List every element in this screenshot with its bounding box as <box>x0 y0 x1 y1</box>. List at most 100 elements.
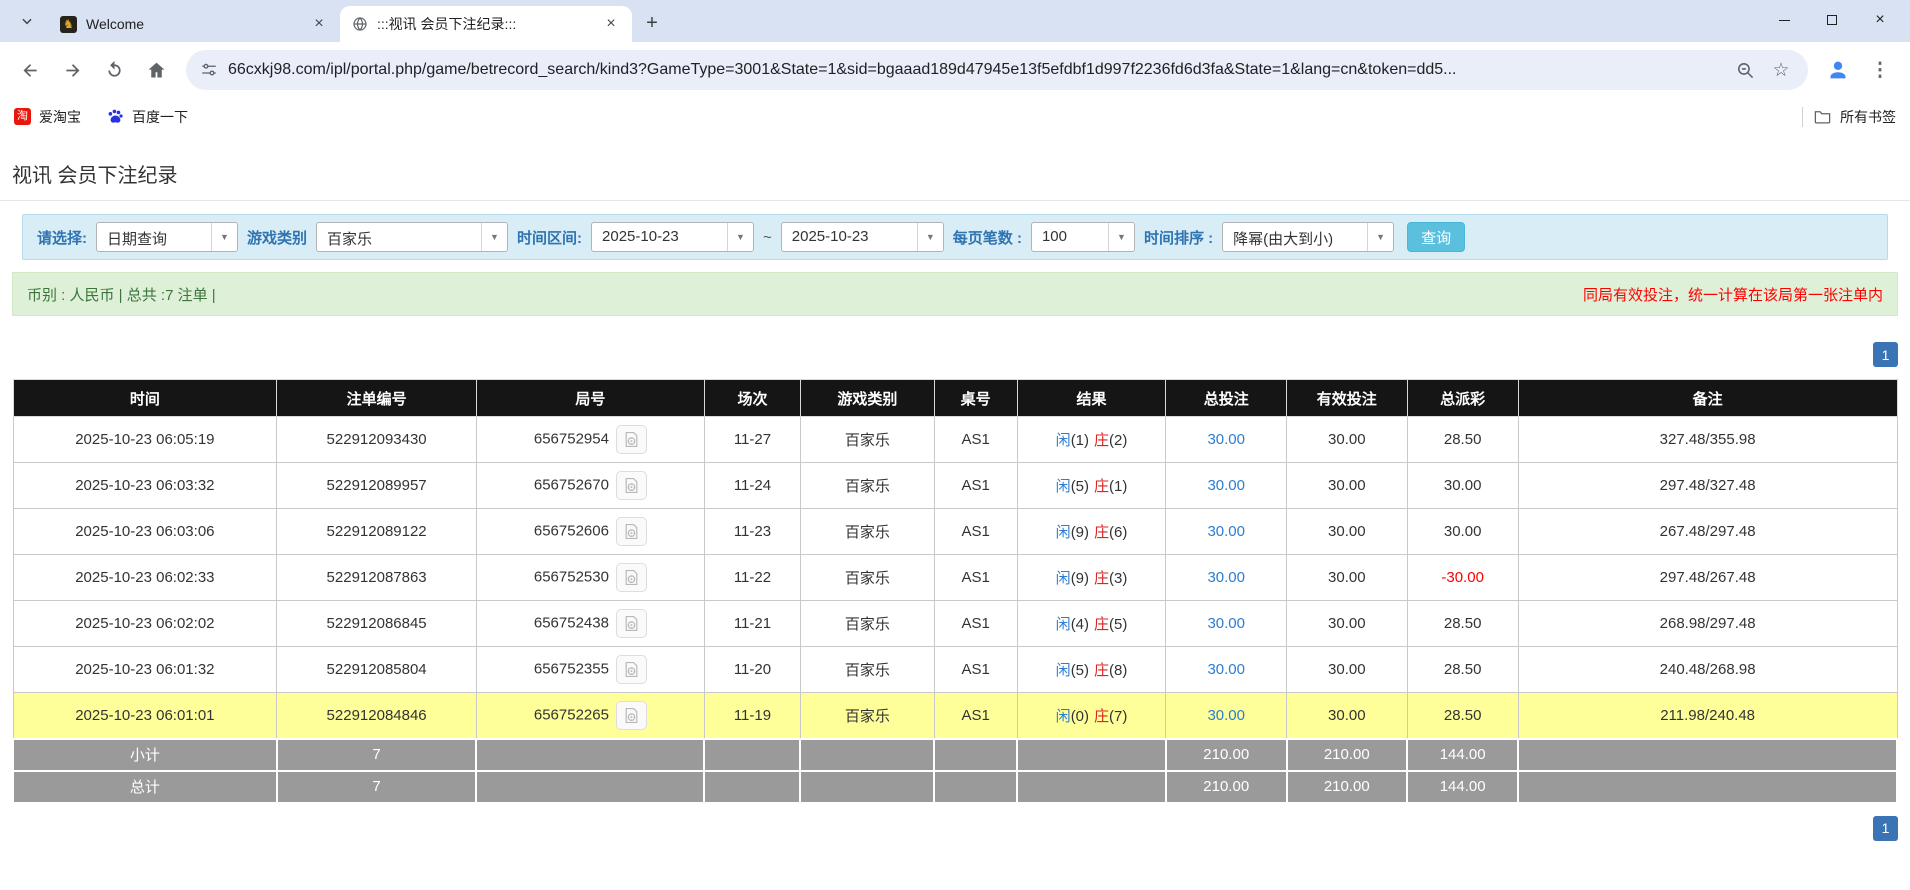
cell-round-id: 656752265 <box>476 693 704 739</box>
profile-avatar-icon[interactable] <box>1818 50 1858 90</box>
forward-icon[interactable] <box>52 50 92 90</box>
sort-dropdown[interactable]: 降幂(由大到小) ▼ <box>1222 222 1394 252</box>
reload-icon[interactable] <box>94 50 134 90</box>
cell-session: 11-20 <box>704 647 800 693</box>
result-player: 闲 <box>1056 708 1071 725</box>
cell-valid-bet: 30.00 <box>1287 463 1408 509</box>
result-banker: 庄 <box>1094 432 1109 449</box>
total-bet-link[interactable]: 30.00 <box>1207 707 1245 724</box>
note-text: 同局有效投注，统一计算在该局第一张注单内 <box>1583 284 1883 305</box>
cell-game: 百家乐 <box>800 417 934 463</box>
cell-payout: 28.50 <box>1407 693 1518 739</box>
window-close-button[interactable]: × <box>1856 0 1904 40</box>
table-body: 2025-10-23 06:05:19 522912093430 6567529… <box>13 417 1897 739</box>
tab-close-icon[interactable]: × <box>310 15 328 33</box>
tab-welcome[interactable]: ♞ Welcome × <box>48 6 340 42</box>
total-bet-link[interactable]: 30.00 <box>1207 661 1245 678</box>
search-button[interactable]: 查询 <box>1407 222 1465 252</box>
cell-time: 2025-10-23 06:01:32 <box>13 647 277 693</box>
total-bet-link[interactable]: 30.00 <box>1207 477 1245 494</box>
cell-payout: 28.50 <box>1407 601 1518 647</box>
page-size-dropdown[interactable]: 100 ▼ <box>1031 222 1135 252</box>
result-player: 闲 <box>1056 478 1071 495</box>
game-type-dropdown[interactable]: 百家乐 ▼ <box>316 222 508 252</box>
total-bet-link[interactable]: 30.00 <box>1207 431 1245 448</box>
site-info-icon[interactable] <box>200 61 218 79</box>
tab-search-icon[interactable] <box>12 6 42 36</box>
time-range-label: 时间区间: <box>517 227 582 248</box>
total-bet-link[interactable]: 30.00 <box>1207 523 1245 540</box>
game-type-label: 游戏类别 <box>247 227 307 248</box>
window-maximize-button[interactable] <box>1808 0 1856 40</box>
page-1-button[interactable]: 1 <box>1873 816 1898 841</box>
table-row: 2025-10-23 06:05:19 522912093430 6567529… <box>13 417 1897 463</box>
chevron-down-icon[interactable]: ▼ <box>1367 223 1393 251</box>
cell-result: 闲(9)庄(3) <box>1017 555 1166 601</box>
tab-betrecord[interactable]: :::视讯 会员下注纪录::: × <box>340 6 632 42</box>
address-bar[interactable]: 66cxkj98.com/ipl/portal.php/game/betreco… <box>186 50 1808 90</box>
all-bookmarks-button[interactable]: 所有书签 <box>1813 107 1896 127</box>
table-header: 时间 注单编号 局号 场次 游戏类别 桌号 结果 总投注 有效投注 总派彩 备注 <box>13 380 1897 417</box>
col-valid-bet: 有效投注 <box>1287 380 1408 417</box>
tab-close-icon[interactable]: × <box>602 15 620 33</box>
welcome-favicon: ♞ <box>60 16 77 33</box>
result-banker: 庄 <box>1094 616 1109 633</box>
video-replay-icon[interactable] <box>616 655 647 684</box>
cell-total-bet: 30.00 <box>1166 601 1287 647</box>
result-banker-count: (7) <box>1109 708 1127 725</box>
total-bet-link[interactable]: 30.00 <box>1207 615 1245 632</box>
subtotal-total-bet: 210.00 <box>1166 739 1287 771</box>
result-player-count: (9) <box>1071 570 1089 587</box>
round-id-text: 656752438 <box>534 614 609 631</box>
col-round-id: 局号 <box>476 380 704 417</box>
back-icon[interactable] <box>10 50 50 90</box>
result-banker-count: (5) <box>1109 616 1127 633</box>
video-replay-icon[interactable] <box>616 425 647 454</box>
cell-bet-id: 522912087863 <box>277 555 477 601</box>
cell-game: 百家乐 <box>800 463 934 509</box>
cell-session: 11-22 <box>704 555 800 601</box>
date-to-dropdown[interactable]: 2025-10-23 ▼ <box>781 222 944 252</box>
chevron-down-icon[interactable]: ▼ <box>481 223 507 251</box>
date-from-dropdown[interactable]: 2025-10-23 ▼ <box>591 222 754 252</box>
query-type-dropdown[interactable]: 日期查询 ▼ <box>96 222 238 252</box>
browser-menu-icon[interactable]: ⋮ <box>1860 50 1900 90</box>
url-text[interactable]: 66cxkj98.com/ipl/portal.php/game/betreco… <box>228 61 1722 79</box>
round-id-text: 656752530 <box>534 568 609 585</box>
chevron-down-icon[interactable]: ▼ <box>1108 223 1134 251</box>
select-label: 请选择: <box>37 227 87 248</box>
cell-game: 百家乐 <box>800 601 934 647</box>
cell-session: 11-23 <box>704 509 800 555</box>
chevron-down-icon[interactable]: ▼ <box>211 223 237 251</box>
table-row: 2025-10-23 06:01:32 522912085804 6567523… <box>13 647 1897 693</box>
new-tab-button[interactable]: + <box>638 9 666 37</box>
total-bet-link[interactable]: 30.00 <box>1207 569 1245 586</box>
window-minimize-button[interactable] <box>1760 0 1808 40</box>
chevron-down-icon[interactable]: ▼ <box>727 223 753 251</box>
home-icon[interactable] <box>136 50 176 90</box>
col-total-bet: 总投注 <box>1166 380 1287 417</box>
cell-payout: 30.00 <box>1407 509 1518 555</box>
currency-summary: 币别 : 人民币 | 总共 :7 注单 | <box>27 284 216 305</box>
bookmark-baidu[interactable]: 百度一下 <box>107 107 188 127</box>
col-game-type: 游戏类别 <box>800 380 934 417</box>
result-banker: 庄 <box>1094 662 1109 679</box>
col-payout: 总派彩 <box>1407 380 1518 417</box>
bookmark-taobao[interactable]: 淘 爱淘宝 <box>14 107 81 127</box>
cell-round-id: 656752670 <box>476 463 704 509</box>
cell-payout: 28.50 <box>1407 417 1518 463</box>
video-replay-icon[interactable] <box>616 609 647 638</box>
video-replay-icon[interactable] <box>616 563 647 592</box>
cell-result: 闲(4)庄(5) <box>1017 601 1166 647</box>
video-replay-icon[interactable] <box>616 471 647 500</box>
bookmark-star-icon[interactable]: ☆ <box>1768 57 1794 83</box>
cell-remark: 297.48/267.48 <box>1518 555 1897 601</box>
subtotal-row: 小计 7 210.00 210.00 144.00 <box>13 739 1897 771</box>
page-1-button[interactable]: 1 <box>1873 342 1898 367</box>
result-banker-count: (3) <box>1109 570 1127 587</box>
video-replay-icon[interactable] <box>616 701 647 730</box>
chevron-down-icon[interactable]: ▼ <box>917 223 943 251</box>
cell-valid-bet: 30.00 <box>1287 647 1408 693</box>
zoom-indicator-icon[interactable] <box>1732 57 1758 83</box>
video-replay-icon[interactable] <box>616 517 647 546</box>
